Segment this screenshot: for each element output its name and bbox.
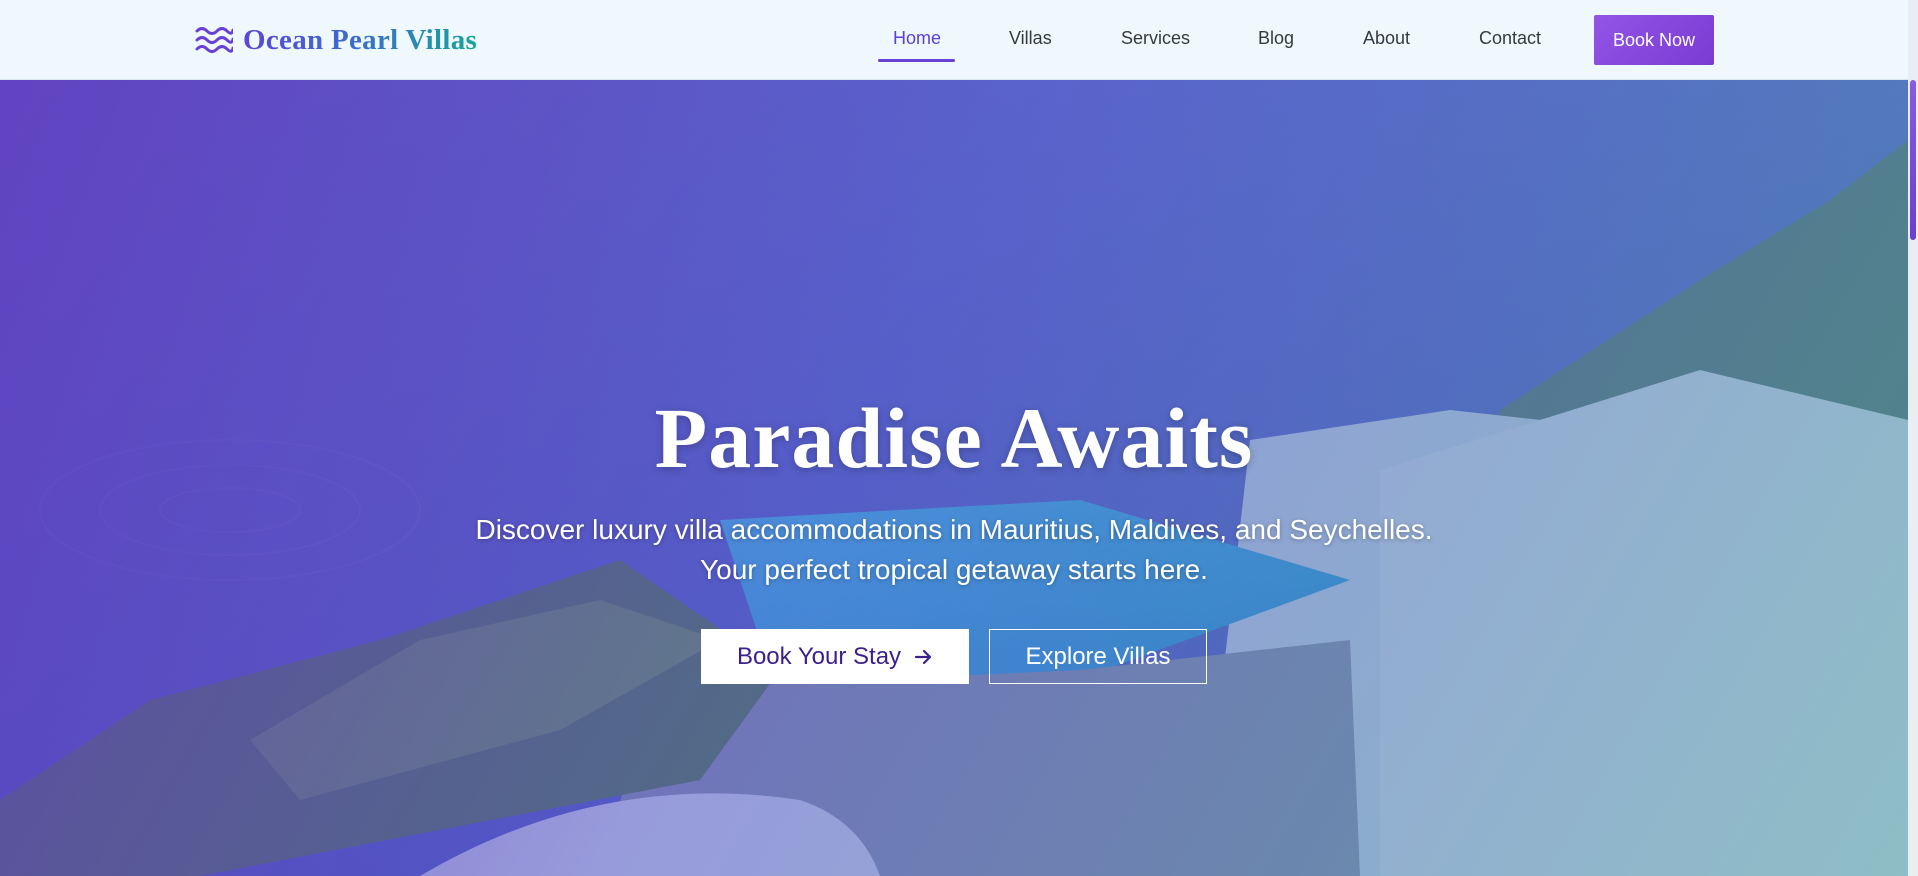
nav-active-indicator (878, 59, 955, 62)
book-now-button[interactable]: Book Now (1594, 15, 1714, 65)
nav-contact[interactable]: Contact (1479, 28, 1541, 49)
nav-services[interactable]: Services (1121, 28, 1190, 49)
book-your-stay-label: Book Your Stay (736, 642, 902, 670)
hero-subtitle-line2: Your perfect tropical getaway starts her… (700, 554, 1208, 585)
nav-home[interactable]: Home (893, 28, 941, 49)
hero-subtitle: Discover luxury villa accommodations in … (0, 510, 1908, 590)
brand-name: Ocean Pearl Villas (243, 23, 478, 56)
hero-title: Paradise Awaits (654, 390, 1254, 486)
page-scrollbar-thumb[interactable] (1910, 80, 1916, 240)
waves-icon (195, 27, 233, 53)
hero-section: Paradise Awaits Discover luxury villa ac… (0, 80, 1908, 876)
nav-villas[interactable]: Villas (1009, 28, 1052, 49)
explore-villas-button[interactable]: Explore Villas (989, 629, 1207, 684)
nav-blog[interactable]: Blog (1258, 28, 1294, 49)
navbar: Ocean Pearl Villas Home Villas Services … (0, 0, 1908, 80)
nav-about[interactable]: About (1363, 28, 1410, 49)
book-your-stay-button[interactable]: Book Your Stay (701, 629, 969, 684)
brand-logo[interactable]: Ocean Pearl Villas (195, 22, 477, 58)
hero-subtitle-line1: Discover luxury villa accommodations in … (475, 514, 1433, 545)
arrow-right-icon (914, 649, 932, 664)
